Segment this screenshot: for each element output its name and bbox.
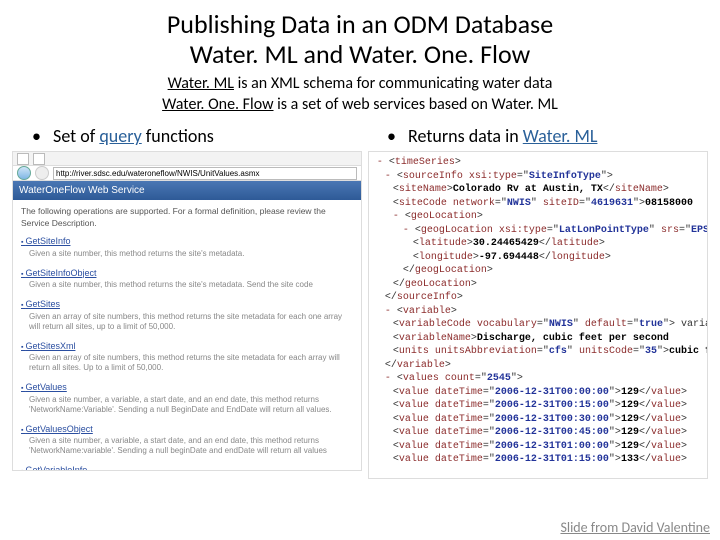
browser-tabs xyxy=(13,152,361,166)
method-item: GetSiteInfo Given a site number, this met… xyxy=(21,235,353,258)
xml-panel: - <timeSeries>- <sourceInfo xsi:type="Si… xyxy=(368,151,708,479)
service-header: WaterOneFlow Web Service xyxy=(13,181,361,200)
left-column-bullet: Set of query functions xyxy=(50,125,345,147)
panels: WaterOneFlow Web Service The following o… xyxy=(0,147,720,479)
browser-panel: WaterOneFlow Web Service The following o… xyxy=(12,151,362,471)
url-input[interactable] xyxy=(53,167,357,180)
right-column-bullet: Returns data in Water. ML xyxy=(405,125,700,147)
method-item: GetVariableInfoGiven a variable code, th… xyxy=(21,464,353,470)
method-item: GetSites Given an array of site numbers, … xyxy=(21,298,353,331)
method-item: GetValues Given a site number, a variable… xyxy=(21,381,353,414)
method-desc: Given an array of site numbers, this met… xyxy=(29,312,353,332)
method-desc: Given an array of site numbers, this met… xyxy=(29,353,353,373)
method-link[interactable]: GetVariableInfo xyxy=(21,465,87,470)
back-icon[interactable] xyxy=(17,166,31,180)
intro-text: The following operations are supported. … xyxy=(21,206,353,229)
forward-icon[interactable] xyxy=(35,166,49,180)
address-bar xyxy=(13,166,361,181)
method-item: GetSiteInfoObject Given a site number, th… xyxy=(21,267,353,290)
slide-subtitle: Water. ML is an XML schema for communica… xyxy=(40,74,680,116)
slide-title: Publishing Data in an ODM Database Water… xyxy=(40,10,680,70)
method-desc: Given a site number, a variable, a start… xyxy=(29,436,353,456)
bullet-row: Set of query functions Returns data in W… xyxy=(0,119,720,147)
method-item: GetSitesXml Given an array of site number… xyxy=(21,340,353,373)
service-body: The following operations are supported. … xyxy=(13,200,361,470)
method-link[interactable]: GetSites xyxy=(21,299,60,309)
method-link[interactable]: GetSiteInfo xyxy=(21,236,70,246)
method-desc: Given a site number, a variable, a start… xyxy=(29,395,353,415)
tab-icon xyxy=(33,153,45,165)
method-link[interactable]: GetSiteInfoObject xyxy=(21,268,96,278)
tab-icon xyxy=(17,153,29,165)
slide-credit: Slide from David Valentine xyxy=(560,519,710,536)
method-link[interactable]: GetValuesObject xyxy=(21,424,93,434)
method-desc: Given a site number, this method returns… xyxy=(29,280,353,290)
method-link[interactable]: GetSitesXml xyxy=(21,341,75,351)
method-item: GetValuesObject Given a site number, a va… xyxy=(21,423,353,456)
method-desc: Given a site number, this method returns… xyxy=(29,249,353,259)
title-block: Publishing Data in an ODM Database Water… xyxy=(0,0,720,119)
method-link[interactable]: GetValues xyxy=(21,382,67,392)
